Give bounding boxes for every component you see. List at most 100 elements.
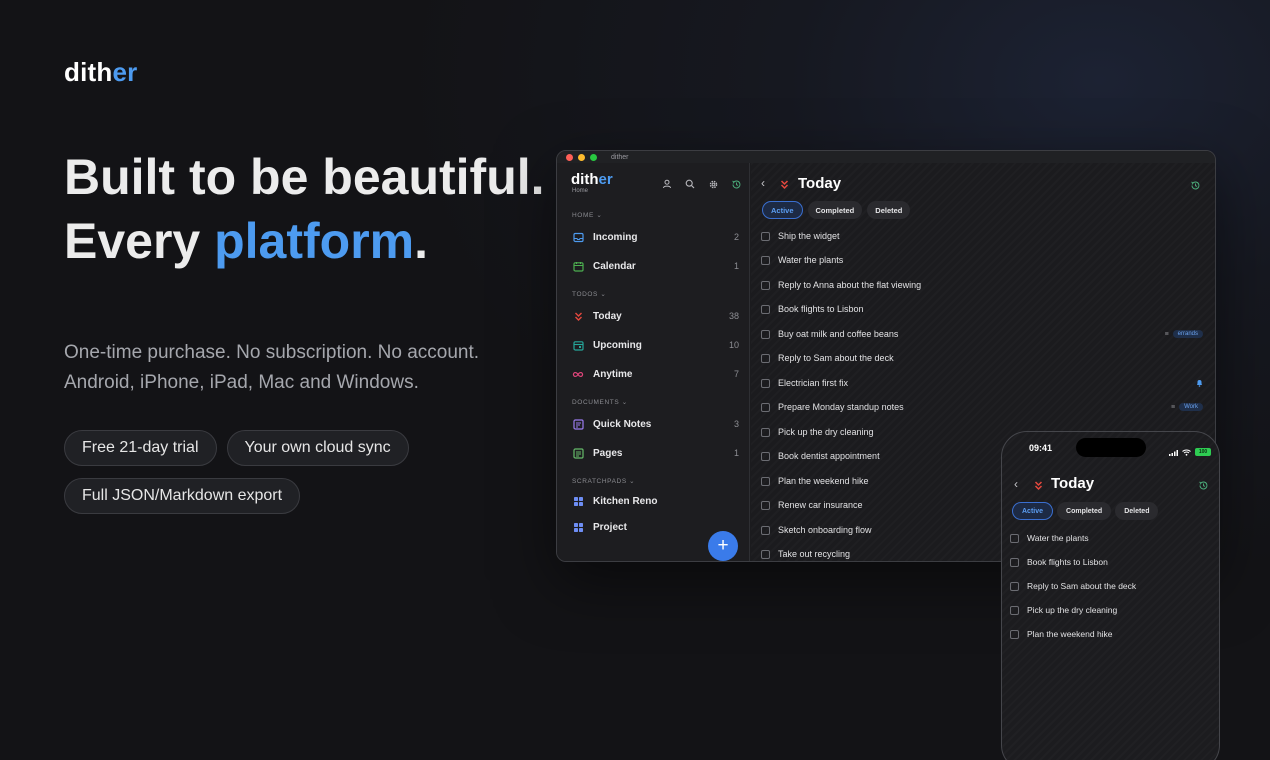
sidebar-item-today[interactable]: Today 38 (565, 303, 743, 329)
window-titlebar: dither (557, 151, 1215, 163)
sidebar-item-calendar[interactable]: Calendar 1 (565, 253, 743, 279)
today-chevrons-icon (779, 177, 790, 195)
minimize-window-button[interactable] (578, 153, 585, 161)
todo-checkbox[interactable] (1010, 581, 1019, 591)
search-icon[interactable] (684, 178, 696, 190)
todo-item[interactable]: Ship the widget (761, 225, 1203, 247)
headline-accent: platform (214, 213, 415, 269)
todo-item[interactable]: Water the plants (1010, 527, 1210, 549)
todo-checkbox[interactable] (761, 451, 770, 461)
todo-checkbox[interactable] (761, 353, 770, 363)
history-icon[interactable] (1190, 178, 1201, 196)
todo-checkbox[interactable] (761, 280, 770, 290)
todo-item[interactable]: Reply to Sam about the deck (761, 347, 1203, 369)
sidebar-item-pages[interactable]: Pages 1 (565, 440, 743, 466)
tab-active[interactable]: Active (1012, 502, 1054, 520)
todo-text: Pick up the dry cleaning (1027, 605, 1118, 615)
todo-item[interactable]: Reply to Anna about the flat viewing (761, 274, 1203, 296)
todo-checkbox[interactable] (761, 525, 770, 535)
today-chevrons-icon (1033, 478, 1044, 496)
todo-checkbox[interactable] (761, 402, 770, 412)
todo-text: Water the plants (1027, 533, 1089, 543)
close-window-button[interactable] (566, 153, 573, 161)
sidebar-item-count: 1 (733, 448, 739, 458)
chevron-down-icon: ⌄ (596, 212, 603, 219)
todo-checkbox[interactable] (761, 255, 770, 265)
back-chevron-icon[interactable]: ‹ (761, 176, 765, 190)
pill-export[interactable]: Full JSON/Markdown export (64, 478, 301, 514)
todo-item[interactable]: Buy oat milk and coffee beans ≡ errands (761, 323, 1203, 345)
todo-tag[interactable]: Work (1179, 403, 1203, 411)
sidebar-item-label: Incoming (593, 231, 638, 243)
todo-tag[interactable]: errands (1172, 330, 1203, 338)
headline-text: Every (64, 213, 215, 269)
today-chevrons-icon (572, 310, 584, 322)
todo-text: Reply to Sam about the deck (778, 353, 894, 363)
todo-text: Buy oat milk and coffee beans (778, 329, 899, 339)
zoom-window-button[interactable] (590, 153, 597, 161)
todo-checkbox[interactable] (761, 549, 770, 559)
todo-checkbox[interactable] (761, 476, 770, 486)
tab-completed[interactable]: Completed (807, 201, 863, 219)
back-chevron-icon[interactable]: ‹ (1014, 477, 1018, 491)
note-icon (572, 418, 584, 430)
inbox-icon (572, 231, 584, 243)
sidebar-item-kitchen-reno[interactable]: Kitchen Reno (565, 488, 743, 514)
brand-logo[interactable]: dither (64, 57, 137, 88)
sidebar-item-upcoming[interactable]: Upcoming 10 (565, 332, 743, 358)
todo-checkbox[interactable] (1010, 533, 1019, 543)
tab-deleted[interactable]: Deleted (867, 201, 911, 219)
todo-checkbox[interactable] (761, 378, 770, 388)
section-documents[interactable]: DOCUMENTS ⌄ (572, 398, 628, 406)
sidebar-item-quick-notes[interactable]: Quick Notes 3 (565, 411, 743, 437)
sidebar-item-label: Today (593, 310, 622, 322)
sidebar-brand-text: dith (571, 171, 599, 188)
sidebar-item-count: 3 (733, 419, 739, 429)
todo-checkbox[interactable] (1010, 605, 1019, 615)
sidebar-item-label: Anytime (593, 368, 633, 380)
section-home-label: HOME (572, 212, 594, 219)
section-home[interactable]: HOME ⌄ (572, 211, 602, 219)
sidebar-toolbar (661, 178, 742, 190)
page-icon (572, 447, 584, 459)
history-icon[interactable] (730, 178, 742, 190)
sidebar-item-anytime[interactable]: Anytime 7 (565, 361, 743, 387)
todo-item[interactable]: Pick up the dry cleaning (1010, 599, 1210, 621)
page-subtitle: One-time purchase. No subscription. No a… (64, 338, 479, 398)
sidebar-item-incoming[interactable]: Incoming 2 (565, 224, 743, 250)
pill-cloud-sync[interactable]: Your own cloud sync (226, 430, 409, 466)
gear-icon[interactable] (707, 178, 719, 190)
section-scratchpads[interactable]: SCRATCHPADS ⌄ (572, 477, 635, 485)
subtitle-line-1: One-time purchase. No subscription. No a… (64, 342, 480, 363)
todo-checkbox[interactable] (761, 500, 770, 510)
user-icon[interactable] (661, 178, 673, 190)
todo-text: Ship the widget (778, 231, 840, 241)
todo-item[interactable]: Plan the weekend hike (1010, 623, 1210, 645)
page-headline: Built to be beautiful. Every platform. (64, 145, 545, 273)
tab-completed[interactable]: Completed (1057, 502, 1112, 520)
infinity-icon (572, 368, 584, 380)
tab-active[interactable]: Active (762, 201, 803, 219)
todo-text: Electrician first fix (778, 378, 849, 388)
todo-checkbox[interactable] (761, 231, 770, 241)
todo-checkbox[interactable] (761, 304, 770, 314)
todo-item[interactable]: Electrician first fix (761, 372, 1203, 394)
pill-free-trial[interactable]: Free 21-day trial (64, 430, 217, 466)
todo-item[interactable]: Book flights to Lisbon (761, 298, 1203, 320)
tab-deleted[interactable]: Deleted (1115, 502, 1159, 520)
todo-checkbox[interactable] (761, 329, 770, 339)
add-button[interactable]: + (708, 531, 738, 561)
todo-checkbox[interactable] (1010, 557, 1019, 567)
todo-checkbox[interactable] (1010, 629, 1019, 639)
sidebar-item-count: 7 (733, 369, 739, 379)
todo-text: Reply to Anna about the flat viewing (778, 280, 922, 290)
todo-item[interactable]: Book flights to Lisbon (1010, 551, 1210, 573)
headline-line-1: Built to be beautiful. (64, 149, 545, 205)
history-icon[interactable] (1198, 478, 1209, 496)
section-todos[interactable]: TODOS ⌄ (572, 290, 606, 298)
todo-item[interactable]: Water the plants (761, 249, 1203, 271)
todo-item[interactable]: Prepare Monday standup notes ≡ Work (761, 396, 1203, 418)
signal-icon (1169, 443, 1178, 461)
todo-item[interactable]: Reply to Sam about the deck (1010, 575, 1210, 597)
todo-checkbox[interactable] (761, 427, 770, 437)
